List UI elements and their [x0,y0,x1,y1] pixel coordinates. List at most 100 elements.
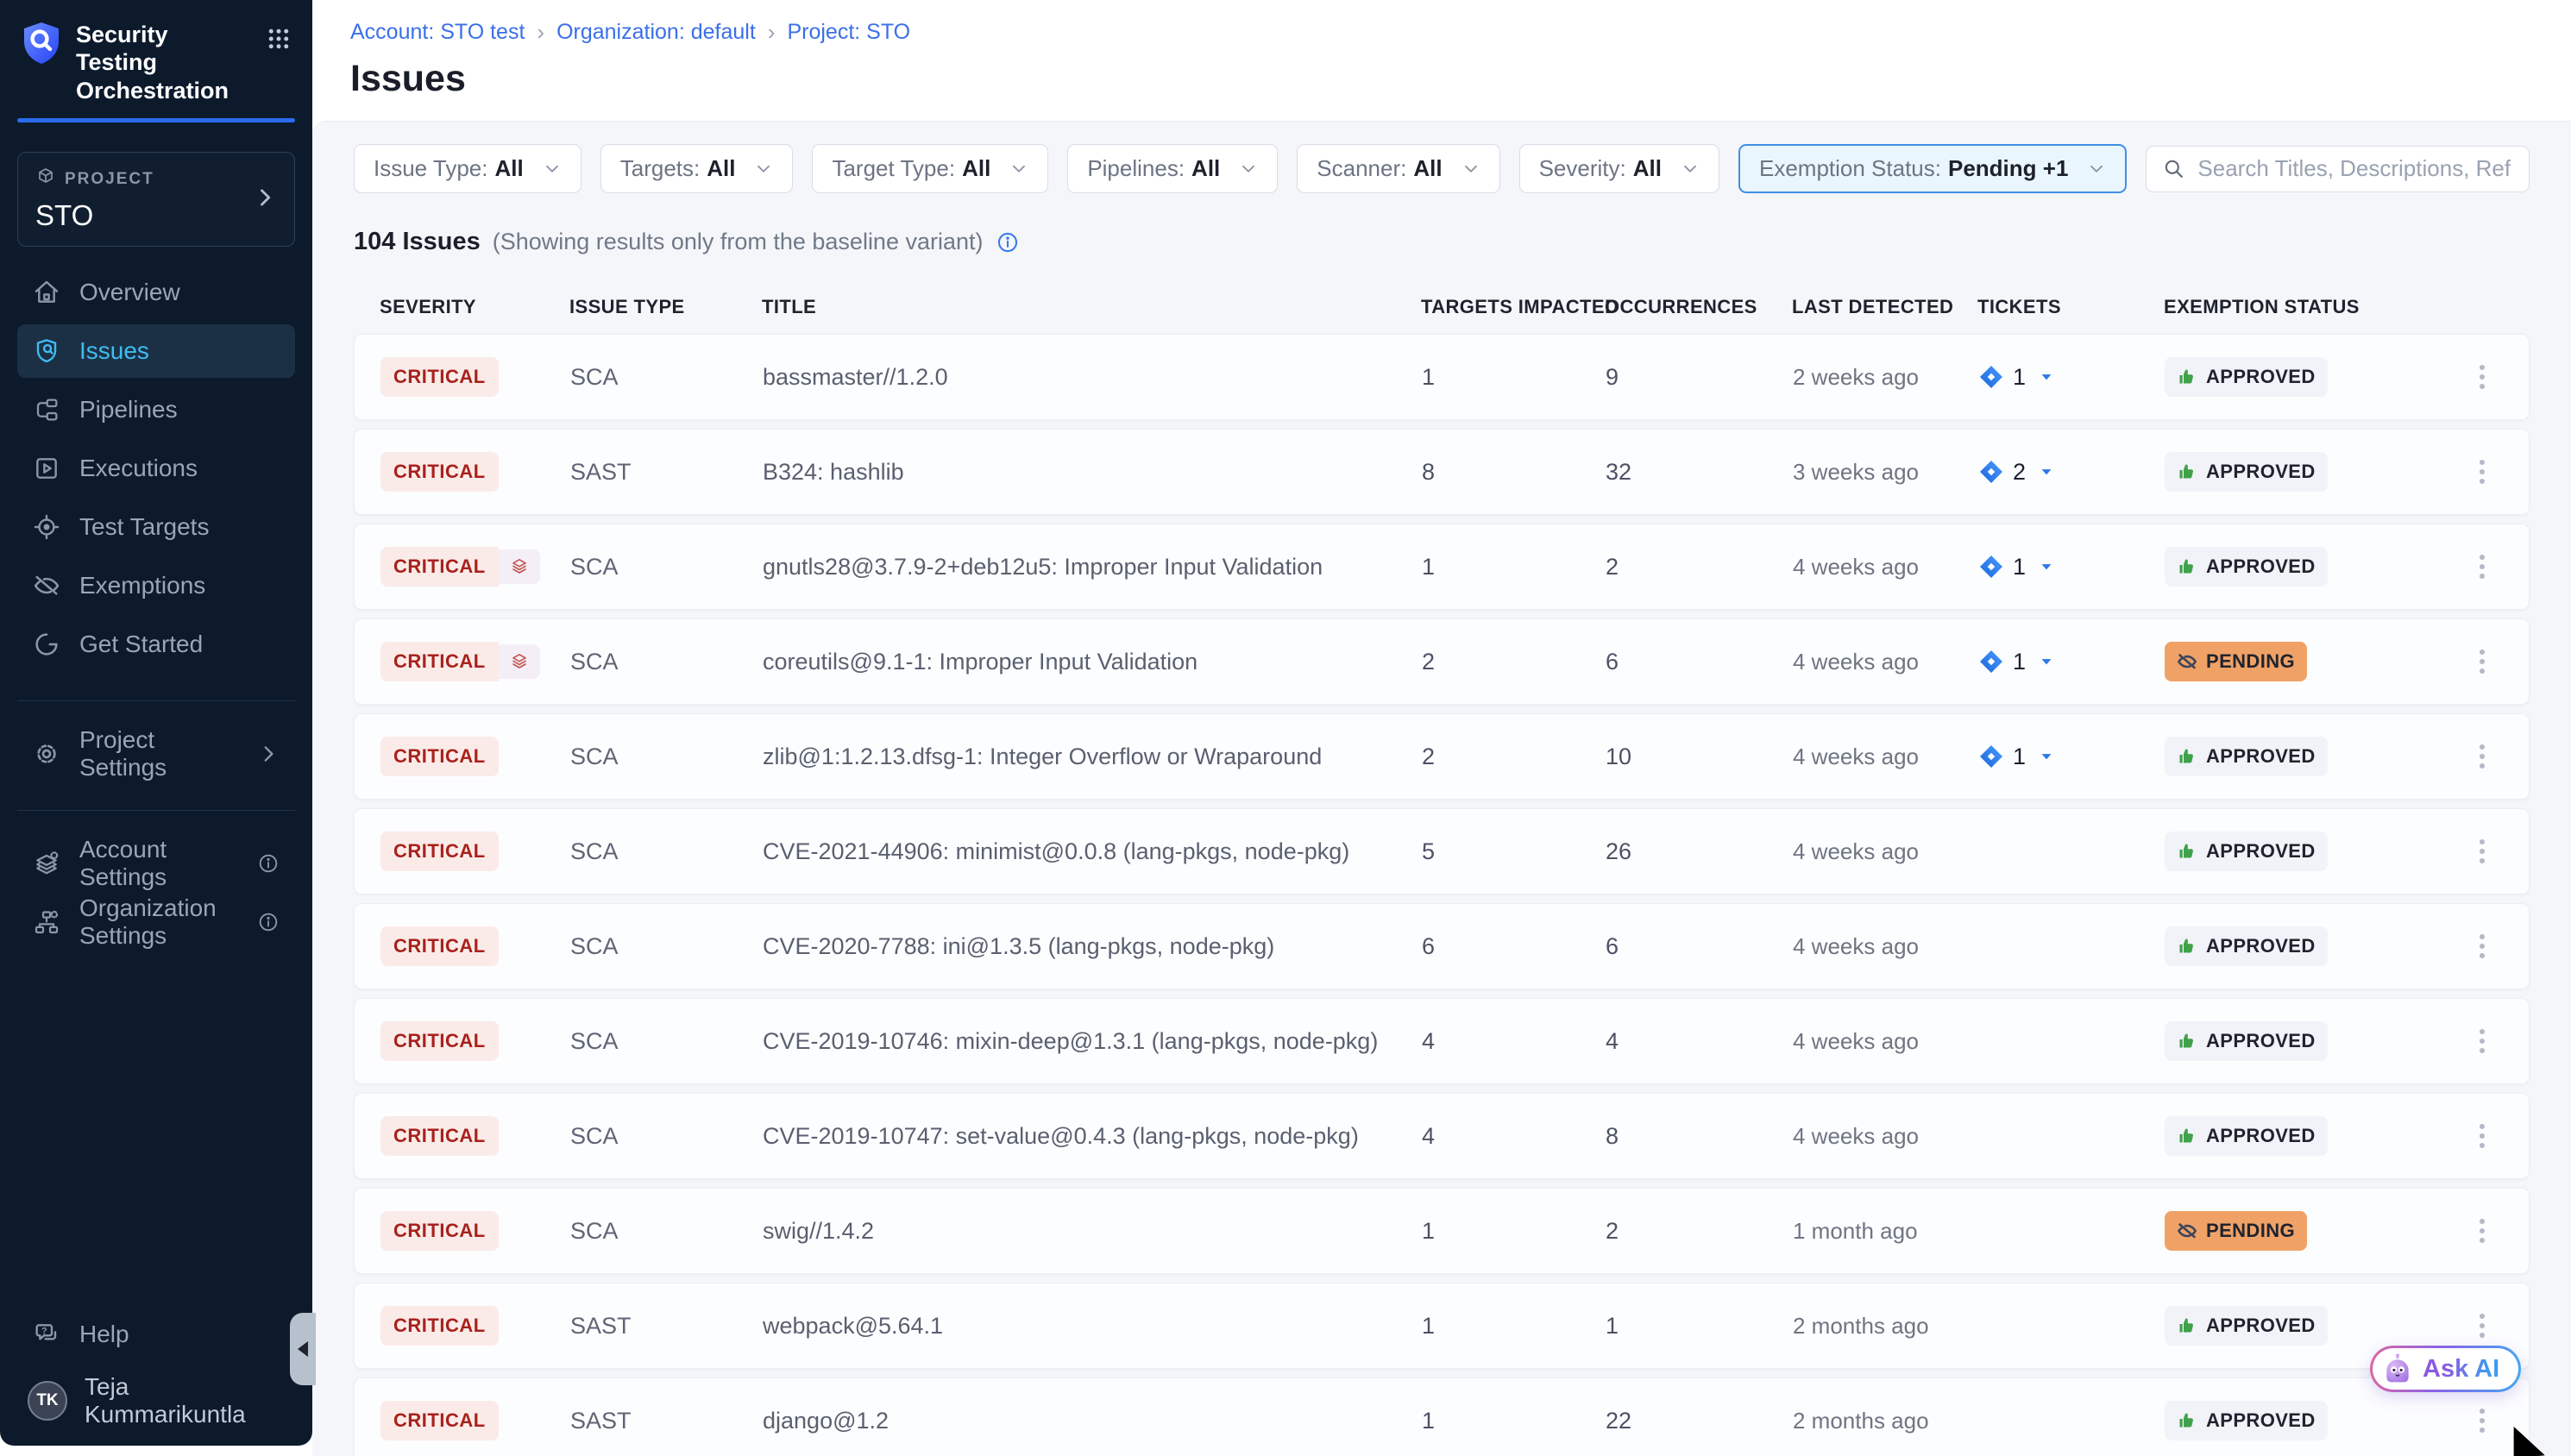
exemption-badge: APPROVED [2165,1401,2328,1440]
row-menu-button[interactable] [2473,453,2492,491]
row-menu-button[interactable] [2473,1307,2492,1345]
occurrences: 32 [1606,459,1793,486]
thumbs-up-icon [2177,556,2197,577]
row-menu-button[interactable] [2473,548,2492,586]
row-menu-button[interactable] [2473,643,2492,681]
sidebar-item-organization-settings[interactable]: Organization Settings [17,895,295,949]
filter-issue-type[interactable]: Issue Type:All [354,144,581,193]
user-menu[interactable]: TK Teja Kummarikuntla [17,1375,295,1427]
ticket-link[interactable]: 2 [1978,459,2165,486]
ticket-link[interactable]: 1 [1978,744,2165,770]
row-menu-button[interactable] [2473,1402,2492,1440]
sidebar-item-help[interactable]: ? Help [17,1308,295,1361]
sidebar-item-label: Organization Settings [79,894,238,950]
sidebar-item-project-settings[interactable]: Project Settings [17,727,295,781]
filter-pipelines[interactable]: Pipelines:All [1067,144,1278,193]
row-menu-button[interactable] [2473,1117,2492,1155]
table-row[interactable]: CRITICALSCACVE-2020-7788: ini@1.3.5 (lan… [354,903,2530,989]
filter-severity[interactable]: Severity:All [1519,144,1719,193]
sidebar-item-pipelines[interactable]: Pipelines [17,383,295,436]
sidebar-item-test-targets[interactable]: Test Targets [17,500,295,554]
search-input[interactable] [2197,155,2513,182]
jira-icon [1978,744,2004,769]
sidebar-item-account-settings[interactable]: Account Settings [17,837,295,890]
thumbs-up-icon [2177,1410,2197,1431]
table-row[interactable]: CRITICALSCACVE-2019-10747: set-value@0.4… [354,1093,2530,1179]
row-menu-button[interactable] [2473,358,2492,396]
table-row[interactable]: CRITICALSCAzlib@1:1.2.13.dfsg-1: Integer… [354,713,2530,800]
exemption-label: APPROVED [2206,935,2316,957]
ticket-link[interactable]: 1 [1978,364,2165,391]
thumbs-up-icon [2177,367,2197,387]
severity-cell: CRITICAL [380,1021,570,1061]
last-detected: 4 weeks ago [1793,554,1978,581]
jira-icon [1978,364,2004,390]
project-selector[interactable]: PROJECT STO [17,152,295,247]
issue-type: SAST [570,1313,763,1340]
severity-cell: CRITICAL [380,642,570,681]
last-detected: 4 weeks ago [1793,933,1978,960]
sidebar-item-label: Overview [79,279,180,306]
row-menu-button[interactable] [2473,737,2492,775]
table-row[interactable]: CRITICALSCAbassmaster//1.2.0192 weeks ag… [354,334,2530,420]
table-row[interactable]: CRITICALSCACVE-2019-10746: mixin-deep@1.… [354,998,2530,1084]
table-body: CRITICALSCAbassmaster//1.2.0192 weeks ag… [354,334,2530,1456]
row-menu-button[interactable] [2473,1212,2492,1250]
sidebar-item-issues[interactable]: Issues [17,324,295,378]
ask-ai-button[interactable]: Ask AI [2370,1346,2521,1392]
issue-type: SCA [570,933,763,960]
table-row[interactable]: CRITICALSCACVE-2021-44906: minimist@0.0.… [354,808,2530,894]
exemption-label: APPROVED [2206,555,2316,578]
table-row[interactable]: CRITICALSASTdjango@1.21222 months agoAPP… [354,1378,2530,1456]
sidebar-item-executions[interactable]: Executions [17,442,295,495]
exemption-badge: APPROVED [2165,357,2328,397]
severity-badge: CRITICAL [380,832,499,871]
orggear-icon [33,908,60,936]
table-row[interactable]: CRITICALSASTwebpack@5.64.1112 months ago… [354,1283,2530,1369]
targets-impacted: 2 [1422,649,1606,675]
exemption-badge: APPROVED [2165,1306,2328,1346]
sidebar-item-overview[interactable]: Overview [17,266,295,319]
row-menu-button[interactable] [2473,1022,2492,1060]
severity-cell: CRITICAL [380,452,570,492]
count-row: 104 Issues (Showing results only from th… [354,228,2530,256]
filter-targets[interactable]: Targets:All [600,144,794,193]
targets-impacted: 1 [1422,1313,1606,1340]
issue-type: SCA [570,364,763,391]
severity-badge: CRITICAL [380,547,499,587]
sidebar-collapse-handle[interactable] [290,1313,316,1385]
table-row[interactable]: CRITICALSCAgnutls28@3.7.9-2+deb12u5: Imp… [354,524,2530,610]
filter-scanner[interactable]: Scanner:All [1297,144,1499,193]
exemption-badge: APPROVED [2165,926,2328,966]
table-row[interactable]: CRITICALSASTB324: hashlib8323 weeks ago2… [354,429,2530,515]
info-icon[interactable] [996,230,1020,254]
occurrences: 26 [1606,838,1793,865]
sidebar-footer: ? Help TK Teja Kummarikuntla [17,1308,295,1446]
breadcrumb-link-organization-default[interactable]: Organization: default [556,20,756,45]
ticket-link[interactable]: 1 [1978,554,2165,581]
breadcrumb-link-project-sto[interactable]: Project: STO [787,20,910,45]
targets-impacted: 1 [1422,554,1606,581]
sidebar-header: Security Testing Orchestration [17,0,295,104]
sidebar-item-get-started[interactable]: Get Started [17,618,295,671]
sidebar-item-exemptions[interactable]: Exemptions [17,559,295,612]
ai-mascot-icon [2381,1352,2414,1385]
filter-exemption-status[interactable]: Exemption Status:Pending +1 [1738,144,2127,193]
filter-value: All [1633,155,1662,182]
last-detected: 1 month ago [1793,1218,1978,1245]
sidebar-item-label: Exemptions [79,572,205,599]
issue-title: CVE-2021-44906: minimist@0.0.8 (lang-pkg… [763,838,1422,865]
table-row[interactable]: CRITICALSCAswig//1.4.2121 month agoPENDI… [354,1188,2530,1274]
targets-impacted: 1 [1422,1218,1606,1245]
sidebar-nav-global-settings: Account SettingsOrganization Settings [17,810,295,949]
col-severity: SEVERITY [380,296,569,318]
breadcrumb-link-account-sto-test[interactable]: Account: STO test [350,20,525,45]
module-grid-icon[interactable] [266,26,292,56]
table-row[interactable]: CRITICALSCAcoreutils@9.1-1: Improper Inp… [354,618,2530,705]
row-menu-button[interactable] [2473,927,2492,965]
ticket-link[interactable]: 1 [1978,649,2165,675]
sidebar-item-label: Project Settings [79,726,238,781]
row-menu-button[interactable] [2473,832,2492,870]
severity-badge: CRITICAL [380,642,499,681]
filter-target-type[interactable]: Target Type:All [812,144,1048,193]
